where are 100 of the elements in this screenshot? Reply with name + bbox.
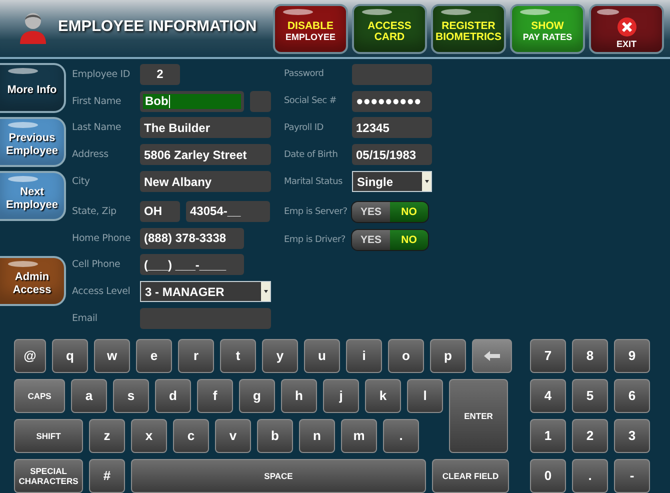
key[interactable]: . (383, 419, 419, 453)
key[interactable]: SPACE (131, 459, 426, 493)
key[interactable]: q (52, 339, 88, 373)
field-label: Employee ID (72, 68, 131, 80)
toggle-option[interactable]: YES (352, 230, 390, 250)
field-label: Home Phone (72, 232, 132, 244)
toggle-option[interactable]: YES (352, 202, 390, 222)
key[interactable]: - (614, 459, 650, 493)
key[interactable]: t (220, 339, 256, 373)
key[interactable]: w (94, 339, 130, 373)
input-field[interactable]: 2 (140, 64, 180, 85)
key[interactable]: SHIFT (14, 419, 83, 453)
input-field[interactable]: OH (140, 200, 180, 222)
key[interactable]: a (71, 379, 107, 413)
key[interactable]: 0 (530, 459, 566, 493)
key[interactable]: l (407, 379, 443, 413)
field-label: Social Sec # (284, 96, 338, 106)
key[interactable]: 8 (572, 339, 608, 373)
action-button[interactable]: ACCESS CARD (352, 4, 427, 54)
key[interactable]: j (323, 379, 359, 413)
key[interactable]: SPECIAL CHARACTERS (14, 459, 83, 493)
field-label: Emp is Server? (284, 206, 348, 217)
key[interactable]: c (173, 419, 209, 453)
field-label: City (72, 176, 91, 188)
field-label: First Name (72, 96, 122, 107)
dropdown-arrow-icon (424, 180, 428, 184)
key[interactable]: p (430, 339, 466, 373)
key[interactable]: v (215, 419, 251, 453)
action-button[interactable]: REGISTER BIOMETRICS (431, 4, 506, 54)
person-icon (18, 10, 48, 44)
close-icon (616, 16, 636, 36)
key[interactable]: x (131, 419, 167, 453)
input-field[interactable]: ●●●●●●●●● (352, 90, 432, 112)
key[interactable]: h (281, 379, 317, 413)
key[interactable]: 6 (614, 379, 650, 413)
key[interactable]: i (346, 339, 382, 373)
input-field[interactable]: (888) 378-3338 (140, 228, 244, 249)
window-title: EMPLOYEE INFORMATION (58, 18, 257, 36)
dropdown-arrow-icon (264, 290, 268, 294)
key[interactable]: n (299, 419, 335, 453)
dropdown-field[interactable]: Single (352, 171, 432, 192)
nav-button[interactable]: More Info (0, 62, 66, 113)
field-label: Cell Phone (72, 259, 122, 270)
nav-button[interactable]: Admin Access (0, 256, 66, 306)
key[interactable]: m (341, 419, 377, 453)
key[interactable]: d (155, 379, 191, 413)
key[interactable]: 9 (614, 339, 650, 373)
input-field[interactable]: 12345 (352, 117, 432, 138)
input-field[interactable]: (___) ___-____ (140, 254, 244, 276)
field-label: Access Level (72, 286, 132, 298)
input-field[interactable] (250, 90, 271, 112)
key[interactable]: r (178, 339, 214, 373)
key[interactable]: 3 (614, 419, 650, 453)
exit-button[interactable]: EXIT (589, 4, 664, 54)
key[interactable]: y (262, 339, 298, 373)
input-field[interactable]: Bob (140, 90, 244, 112)
key[interactable]: CLEAR FIELD (432, 459, 509, 493)
key[interactable]: o (388, 339, 424, 373)
key[interactable]: 1 (530, 419, 566, 453)
action-button[interactable]: SHOW PAY RATES (510, 4, 585, 54)
backspace-key[interactable] (472, 339, 512, 373)
key[interactable]: 2 (572, 419, 608, 453)
key[interactable]: # (89, 459, 125, 493)
dropdown-field[interactable]: 3 - MANAGER (140, 281, 271, 302)
field-label: State, Zip (72, 206, 118, 217)
input-field[interactable] (352, 64, 432, 85)
nav-button[interactable]: Previous Employee (0, 116, 66, 167)
key[interactable]: @ (14, 339, 46, 373)
key[interactable]: e (136, 339, 172, 373)
field-label: Date of Birth (284, 150, 339, 160)
toggle-option[interactable]: NO (390, 202, 428, 222)
field-label: Marital Status (284, 176, 344, 187)
key[interactable]: CAPS (14, 379, 65, 413)
toggle-option[interactable]: NO (390, 230, 428, 250)
key[interactable]: k (365, 379, 401, 413)
key[interactable]: u (304, 339, 340, 373)
field-label: Password (284, 69, 325, 80)
field-label: Address (72, 149, 110, 160)
input-field[interactable]: 43054-__ (186, 200, 270, 222)
key[interactable]: g (239, 379, 275, 413)
key[interactable]: z (89, 419, 125, 453)
key[interactable]: 4 (530, 379, 566, 413)
action-button[interactable]: DISABLE EMPLOYEE (273, 4, 348, 54)
key[interactable]: 5 (572, 379, 608, 413)
input-field[interactable] (140, 308, 271, 329)
input-field[interactable]: New Albany (140, 171, 271, 192)
key[interactable]: . (572, 459, 608, 493)
key[interactable]: f (197, 379, 233, 413)
key[interactable]: s (113, 379, 149, 413)
backspace-icon (484, 351, 500, 361)
key[interactable]: 7 (530, 339, 566, 373)
field-label: Emp is Driver? (284, 234, 346, 245)
input-field[interactable]: The Builder (140, 117, 271, 138)
enter-key[interactable]: ENTER (449, 379, 508, 453)
nav-button[interactable]: Next Employee (0, 170, 66, 221)
input-field[interactable]: 5806 Zarley Street (140, 144, 271, 166)
key[interactable]: b (257, 419, 293, 453)
input-field[interactable]: 05/15/1983 (352, 144, 432, 166)
field-label: Email (72, 313, 98, 324)
field-label: Payroll ID (284, 122, 324, 133)
